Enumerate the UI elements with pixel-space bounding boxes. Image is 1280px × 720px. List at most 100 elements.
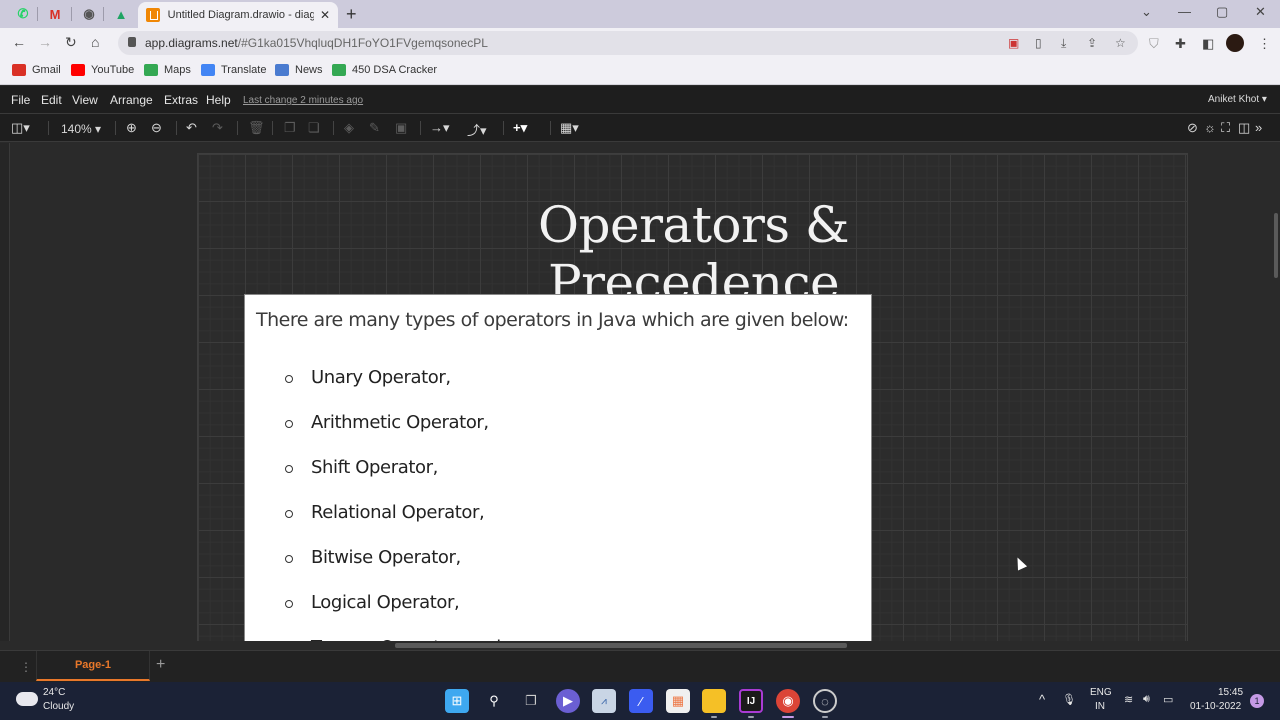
microsoft-store-icon[interactable]: ▦	[666, 689, 690, 713]
theme-icon[interactable]: ☼	[1204, 120, 1216, 135]
operators-text-box[interactable]: There are many types of operators in Jav…	[244, 294, 872, 641]
panel-toggle-icon[interactable]: ◫	[1238, 120, 1250, 136]
collapse-icon[interactable]: »	[1255, 120, 1262, 135]
diagram-canvas[interactable]: Operators & Precedence There are many ty…	[10, 143, 1272, 641]
tab-search-icon[interactable]: ⌄	[1141, 4, 1152, 20]
menu-file[interactable]: File	[11, 93, 30, 107]
chrome-icon[interactable]: ◉	[776, 689, 800, 713]
minimize-button[interactable]: —	[1178, 4, 1191, 19]
bookmark-news[interactable]: News	[275, 64, 323, 76]
pen-app-icon[interactable]: ∕	[629, 689, 653, 713]
wifi-icon[interactable]: ≋	[1124, 693, 1133, 706]
language-indicator[interactable]: ENG	[1090, 687, 1112, 698]
waypoints-icon[interactable]: ⤴▾	[467, 120, 487, 139]
weather-temperature[interactable]: 24°C	[43, 687, 65, 698]
fullscreen-icon[interactable]: ⛶	[1221, 120, 1230, 136]
bookmark-label: News	[295, 64, 323, 76]
to-back-icon[interactable]: ❏	[308, 120, 320, 136]
task-view-icon[interactable]: ❐	[519, 689, 543, 713]
menu-help[interactable]: Help	[206, 93, 231, 107]
clock-date[interactable]: 01-10-2022	[1190, 701, 1241, 712]
profile-avatar[interactable]	[1226, 34, 1244, 52]
install-app-icon[interactable]: ⤓	[1061, 36, 1066, 51]
vertical-scroll-thumb[interactable]	[1274, 213, 1278, 278]
url-input[interactable]: app.diagrams.net/#G1ka015VhqluqDH1FoYO1F…	[118, 31, 1138, 55]
tab-separator	[103, 7, 104, 21]
fill-color-icon[interactable]: ◈	[344, 120, 354, 136]
obs-studio-icon[interactable]: ◌	[813, 689, 837, 713]
menu-extras[interactable]: Extras	[164, 93, 198, 107]
forward-icon[interactable]: →	[38, 34, 52, 50]
bookmark-gmail[interactable]: Gmail	[12, 64, 61, 76]
reload-icon[interactable]: ↻	[65, 34, 77, 51]
back-icon[interactable]: ←	[12, 34, 26, 50]
clipboard-icon[interactable]: ▯	[1035, 36, 1042, 50]
zoom-out-icon[interactable]: ⊖	[151, 120, 162, 136]
weather-description[interactable]: Cloudy	[43, 701, 74, 712]
page-tab[interactable]: Page-1	[36, 651, 150, 681]
shapes-panel-collapsed[interactable]	[0, 143, 10, 641]
bookmark-450-dsa-cracker[interactable]: 450 DSA Cracker	[332, 64, 437, 76]
insert-plus-icon[interactable]: +▾	[513, 120, 527, 136]
teams-chat-icon[interactable]: ▶	[556, 689, 580, 713]
close-tab-icon[interactable]: ✕	[320, 8, 330, 22]
hide-grid-icon[interactable]: ⊘	[1187, 120, 1198, 136]
running-indicator	[748, 716, 754, 718]
more-menu-icon[interactable]: ⋮	[1258, 36, 1271, 52]
redo-icon[interactable]: ↷	[212, 120, 223, 136]
last-change-link[interactable]: Last change 2 minutes ago	[243, 95, 363, 106]
google-drive-tab-icon[interactable]: ▲	[106, 4, 136, 24]
drawio-toolbar: ◫▾ 140% ▾ ⊕ ⊖ ↶ ↷ 🗑 ❐ ❏ ◈ ✎ ▣ →▾ ⤴▾ +▾ ▦…	[0, 114, 1280, 142]
table-icon[interactable]: ▦▾	[560, 120, 579, 136]
new-tab-button[interactable]: +	[346, 4, 357, 25]
share-icon[interactable]: ⇪	[1087, 36, 1097, 50]
file-explorer-icon[interactable]	[702, 689, 726, 713]
site-notification-icon[interactable]: ▣	[1008, 36, 1019, 50]
horizontal-scrollbar[interactable]	[395, 643, 847, 648]
menu-view[interactable]: View	[72, 93, 98, 107]
bookmark-star-icon[interactable]: ☆	[1115, 36, 1126, 50]
zoom-in-icon[interactable]: ⊕	[126, 120, 137, 136]
bookmark-youtube[interactable]: YouTube	[71, 64, 134, 76]
format-panel-toggle-icon[interactable]: ◫▾	[11, 120, 30, 136]
to-front-icon[interactable]: ❐	[284, 120, 296, 136]
search-icon[interactable]: ⚲	[482, 689, 506, 713]
github-tab-icon[interactable]: ◉	[74, 4, 104, 24]
intellij-idea-icon[interactable]: IJ	[739, 689, 763, 713]
cloud-icon[interactable]	[16, 692, 38, 706]
bookmark-maps[interactable]: Maps	[144, 64, 191, 76]
active-tab[interactable]: Untitled Diagram.drawio - diagrams.net ✕	[138, 2, 338, 28]
delete-icon[interactable]: 🗑	[248, 120, 265, 136]
side-panel-icon[interactable]: ◧	[1202, 36, 1214, 52]
widget-app-icon[interactable]: ⩘	[592, 689, 616, 713]
gmail-tab-icon[interactable]: M	[40, 4, 70, 24]
volume-icon[interactable]: 🔊︎	[1143, 693, 1150, 706]
bookmark-translate[interactable]: Translate	[201, 64, 266, 76]
clock-time[interactable]: 15:45	[1218, 687, 1243, 698]
home-icon[interactable]: ⌂	[91, 34, 99, 50]
pages-menu-icon[interactable]: ⋮	[20, 660, 32, 674]
undo-icon[interactable]: ↶	[186, 120, 197, 136]
connection-style-icon[interactable]: →▾	[430, 120, 450, 136]
zoom-level-dropdown[interactable]: 140% ▾	[61, 122, 101, 136]
notification-badge[interactable]: 1	[1250, 694, 1264, 708]
drawio-favicon-icon	[146, 8, 160, 22]
add-page-button[interactable]: +	[156, 656, 165, 674]
line-color-icon[interactable]: ✎	[369, 120, 380, 136]
region-indicator[interactable]: IN	[1095, 701, 1105, 712]
show-hidden-icons[interactable]: ^	[1039, 692, 1045, 707]
whatsapp-tab-icon[interactable]: ✆	[8, 4, 38, 24]
shadow-icon[interactable]: ▣	[395, 120, 407, 136]
microphone-icon[interactable]: 🎙	[1062, 693, 1076, 706]
start-icon[interactable]: ⊞	[445, 689, 469, 713]
vertical-scrollbar[interactable]	[1272, 143, 1280, 641]
menu-edit[interactable]: Edit	[41, 93, 62, 107]
bookmark-label: Gmail	[32, 64, 61, 76]
extensions-puzzle-icon[interactable]: ✚	[1175, 36, 1186, 52]
battery-icon[interactable]: ▭	[1163, 693, 1173, 706]
user-menu[interactable]: Aniket Khot ▾	[1208, 94, 1267, 105]
menu-arrange[interactable]: Arrange	[110, 93, 153, 107]
maximize-button[interactable]: ▢	[1216, 4, 1228, 20]
extension-shield-icon[interactable]: ⛉	[1149, 36, 1159, 52]
close-window-button[interactable]: ✕	[1255, 4, 1266, 20]
